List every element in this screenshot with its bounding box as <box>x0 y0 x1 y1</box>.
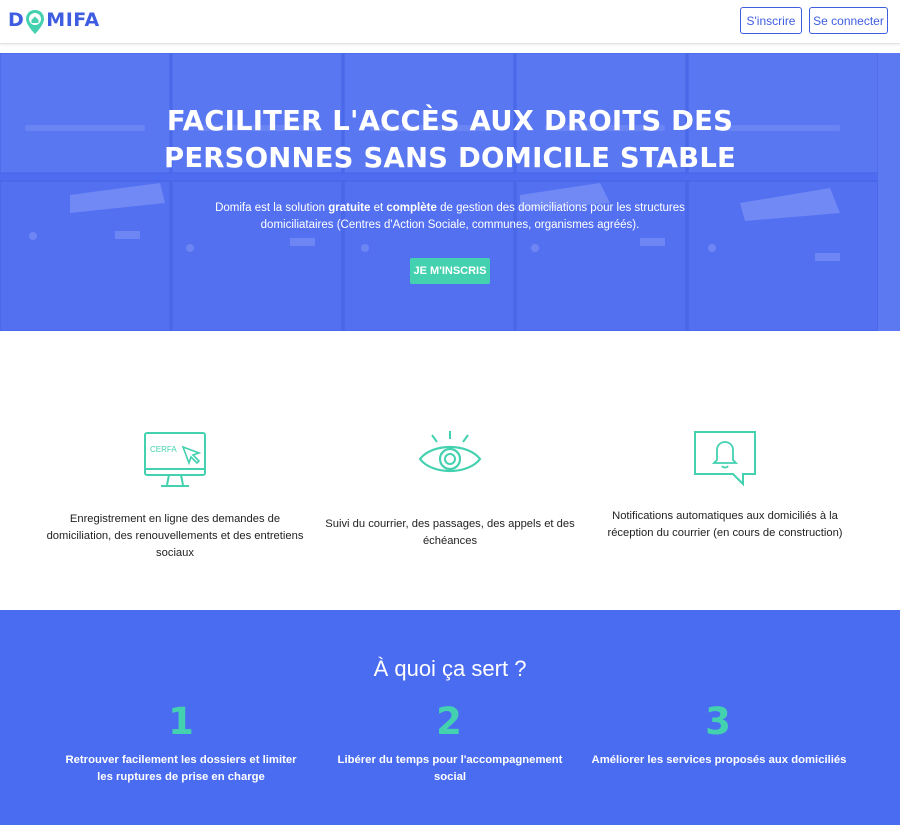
notification-bell-icon <box>693 430 757 491</box>
purpose-number-2: 2 <box>436 700 462 743</box>
eye-icon <box>418 429 482 484</box>
logo-text-prefix: D <box>8 9 25 31</box>
hero-desc-bold-gratuite: gratuite <box>328 202 371 214</box>
domifa-logo[interactable]: D MIFA <box>8 6 100 34</box>
purpose-text-3: Améliorer les services proposés aux domi… <box>591 754 847 766</box>
top-navbar: D MIFA S'inscrire Se connecter <box>0 0 900 44</box>
hero-title-line2: PERSONNES SANS DOMICILE STABLE <box>163 142 737 174</box>
hero-section: FACILITER L'ACCÈS AUX DROITS DES PERSONN… <box>0 53 900 331</box>
purpose-text-1: Retrouver facilement les dossiers et lim… <box>65 754 297 783</box>
hero-desc-part2: et <box>370 202 387 214</box>
logo-text-suffix: MIFA <box>46 9 100 31</box>
hero-signup-button[interactable]: JE M'INSCRIS <box>410 258 490 284</box>
purpose-title: À quoi ça sert ? <box>373 656 527 681</box>
purpose-section: À quoi ça sert ? 1 Retrouver facilement … <box>0 610 900 825</box>
hero-title-line1: FACILITER L'ACCÈS AUX DROITS DES <box>166 105 734 137</box>
feature-text-mail-tracking: Suivi du courrier, des passages, des app… <box>325 518 575 547</box>
cerfa-label: CERFA <box>150 445 177 454</box>
hero-description: Domifa est la solution gratuite et compl… <box>200 200 700 234</box>
purpose-text-2: Libérer du temps pour l'accompagnement s… <box>337 754 563 783</box>
purpose-number-1: 1 <box>168 700 194 743</box>
hero-desc-bold-complete: complète <box>386 202 437 214</box>
mailboxes-background-image <box>0 53 900 331</box>
purpose-number-3: 3 <box>705 700 731 743</box>
map-pin-house-icon <box>25 9 45 35</box>
features-section: CERFA Enregistrement en ligne des demand… <box>0 331 900 610</box>
hero-title: FACILITER L'ACCÈS AUX DROITS DES PERSONN… <box>0 103 900 177</box>
login-button[interactable]: Se connecter <box>809 7 888 34</box>
computer-cerfa-icon <box>143 431 207 496</box>
feature-text-notifications: Notifications automatiques aux domicilié… <box>607 510 843 539</box>
feature-text-registration: Enregistrement en ligne des demandes de … <box>46 513 304 559</box>
signup-button[interactable]: S'inscrire <box>740 7 802 34</box>
hero-desc-part1: Domifa est la solution <box>215 202 329 214</box>
